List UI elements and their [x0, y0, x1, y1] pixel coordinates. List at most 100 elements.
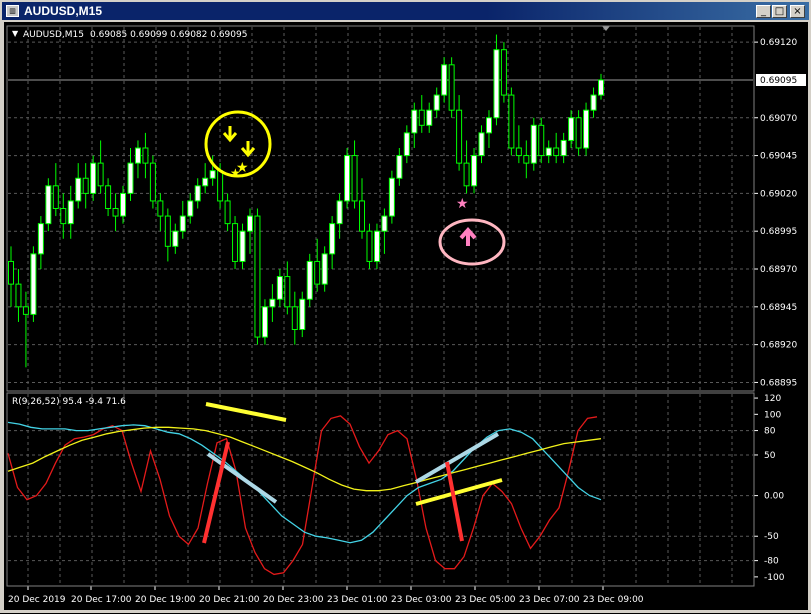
- candle-body: [172, 230, 179, 247]
- x-tick-label: 23 Dec 07:00: [519, 595, 580, 605]
- current-price-label: 0.69095: [760, 76, 797, 86]
- candle-body: [306, 260, 313, 300]
- y-tick-label: 50: [764, 451, 776, 461]
- candle-body: [202, 177, 209, 187]
- chart-window-icon[interactable]: ▥: [6, 5, 19, 17]
- trend-line-red: [202, 441, 230, 544]
- candle-body: [411, 109, 418, 134]
- candle-body: [523, 155, 530, 164]
- candle-body: [530, 124, 537, 164]
- candle-body: [373, 230, 380, 262]
- y-tick-label: 0.69120: [760, 38, 797, 48]
- candle-body: [456, 109, 463, 164]
- x-tick-label: 20 Dec 19:00: [135, 595, 196, 605]
- y-tick-label: 100: [764, 410, 781, 420]
- candle-body: [179, 215, 186, 232]
- minimize-button[interactable]: _: [756, 5, 771, 18]
- collapse-triangle-icon[interactable]: ▼: [12, 29, 19, 38]
- chart-area[interactable]: 0.69120 0.69070 0.69045 0.69020 0.68995 0.689…: [4, 22, 808, 610]
- x-tick-label: 23 Dec 01:00: [327, 595, 388, 605]
- candle-body: [314, 260, 321, 285]
- x-tick-label: 23 Dec 09:00: [583, 595, 644, 605]
- candle-body: [575, 117, 582, 149]
- candle-body: [463, 162, 470, 187]
- y-tick-label: 0.68920: [760, 341, 797, 351]
- candle-body: [142, 147, 149, 164]
- candle-body: [209, 170, 216, 179]
- candle-body: [336, 200, 343, 225]
- x-tick-label: 23 Dec 05:00: [455, 595, 516, 605]
- candle-body: [433, 94, 440, 111]
- candle-body: [351, 155, 358, 202]
- candle-body: [30, 253, 37, 315]
- candle-body: [493, 49, 500, 119]
- candle-body: [134, 147, 141, 164]
- chart-svg[interactable]: 0.69120 0.69070 0.69045 0.69020 0.68995 0.689…: [4, 22, 808, 610]
- candle-body: [500, 49, 507, 96]
- candle-body: [8, 260, 14, 285]
- x-tick-label: 20 Dec 23:00: [263, 595, 324, 605]
- candle-body: [299, 298, 306, 330]
- candle-body: [254, 215, 261, 338]
- candle-body: [321, 253, 328, 285]
- x-tick-label: 20 Dec 21:00: [199, 595, 260, 605]
- candle-body: [97, 162, 104, 187]
- y-tick-label: 0.68895: [760, 378, 797, 388]
- candle-body: [418, 109, 425, 126]
- candle-body: [485, 117, 492, 134]
- y-tick-label: -80: [764, 557, 779, 567]
- terminal-window: ▥ AUDUSD,M15 _ □ × 0.69120 0.69070 0.69045…: [0, 0, 811, 613]
- candle-body: [112, 208, 119, 217]
- title-bar[interactable]: ▥ AUDUSD,M15 _ □ ×: [2, 2, 809, 20]
- candle-body: [127, 162, 134, 194]
- candle-body: [157, 200, 164, 217]
- y-tick-label: 0.68970: [760, 265, 797, 275]
- candle-body: [381, 215, 388, 232]
- candle-body: [37, 223, 44, 255]
- candle-body: [441, 64, 448, 96]
- candle-body: [344, 155, 351, 202]
- y-tick-label: 0.69020: [760, 189, 797, 199]
- candle-body: [232, 223, 239, 262]
- candle-body: [246, 215, 253, 232]
- candle-body: [403, 132, 410, 157]
- y-tick-label: 120: [764, 394, 781, 404]
- oscillator-series-line: [7, 421, 602, 544]
- star-icon: ★: [456, 196, 469, 212]
- oscillator-label: R(9,26,52) 95.4 -9.4 71.6: [12, 397, 126, 407]
- y-tick-label: -100: [764, 573, 785, 583]
- candle-body: [261, 306, 268, 338]
- chart-shift-marker-icon: [602, 26, 610, 31]
- oscillator-grid: [8, 394, 753, 585]
- candle-body: [60, 208, 67, 225]
- candle-body: [149, 162, 156, 202]
- close-button[interactable]: ×: [790, 5, 805, 18]
- candle-body: [553, 147, 560, 157]
- maximize-button[interactable]: □: [772, 5, 787, 18]
- x-tick-label: 23 Dec 03:00: [391, 595, 452, 605]
- candle-body: [291, 306, 298, 330]
- candle-body: [448, 64, 455, 111]
- y-tick-label: 0.68945: [760, 303, 797, 313]
- candle-body: [426, 109, 433, 126]
- trend-line-lightblue: [414, 432, 500, 484]
- y-tick-label: 0.68995: [760, 227, 797, 237]
- x-tick-label: 20 Dec 2019: [8, 595, 66, 605]
- candle-body: [478, 132, 485, 157]
- candle-body: [545, 147, 552, 157]
- candle-body: [224, 200, 231, 225]
- candle-body: [15, 283, 22, 308]
- candle-body: [105, 185, 112, 209]
- candle-body: [90, 162, 97, 194]
- candle-body: [164, 215, 171, 247]
- candles: [8, 34, 604, 368]
- candle-body: [471, 155, 478, 187]
- candle-body: [194, 185, 201, 202]
- trend-line-yellow: [205, 402, 287, 422]
- candle-body: [508, 94, 515, 149]
- y-tick-label: 0.69070: [760, 114, 797, 124]
- window-title: AUDUSD,M15: [24, 4, 103, 18]
- candle-body: [329, 223, 336, 255]
- symbol-label: AUDUSD,M15: [23, 30, 84, 40]
- y-tick-label: 0.00: [764, 492, 784, 502]
